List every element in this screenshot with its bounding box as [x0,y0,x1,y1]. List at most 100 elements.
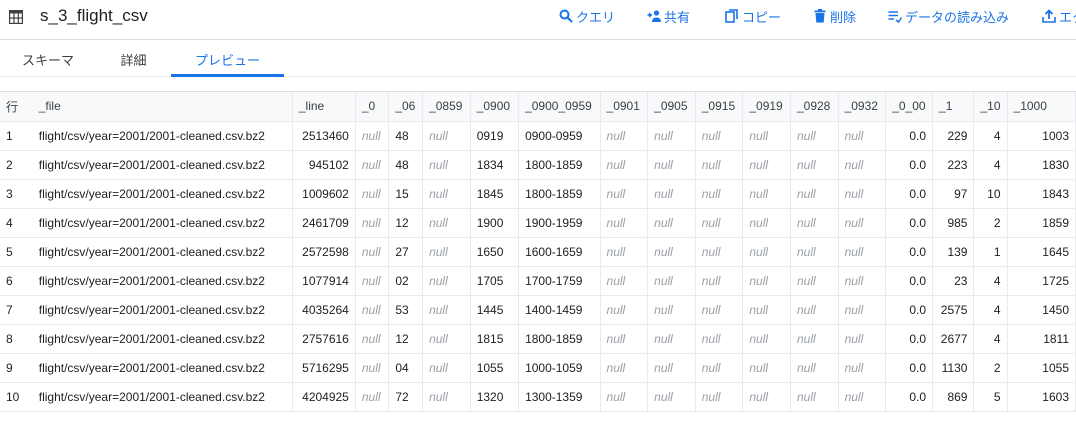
table-row[interactable]: 5 flight/csv/year=2001/2001-cleaned.csv.b… [0,237,1076,267]
import-data-button[interactable]: データの読み込み [888,7,1009,25]
column-header[interactable]: _0900_0959 [518,92,601,122]
table-row[interactable]: 7 flight/csv/year=2001/2001-cleaned.csv.b… [0,295,1076,325]
table-row[interactable]: 3 flight/csv/year=2001/2001-cleaned.csv.b… [0,179,1076,209]
table-cell: null [838,208,887,238]
table-cell: null [742,324,791,354]
table-row[interactable]: 2 flight/csv/year=2001/2001-cleaned.csv.b… [0,150,1076,180]
row-number-cell: 8 [0,324,33,354]
tab-preview[interactable]: プレビュー [171,41,284,77]
column-header[interactable]: _0859 [422,92,471,122]
column-header[interactable]: _0932 [838,92,887,122]
table-cell: 0900-0959 [518,121,601,151]
table-cell: null [422,121,471,151]
table-cell: 12 [388,208,424,238]
table-cell: 4 [973,150,1008,180]
row-number-cell: 4 [0,208,33,238]
table-row[interactable]: 10 flight/csv/year=2001/2001-cleaned.csv.… [0,382,1076,412]
column-header[interactable]: _0901 [600,92,649,122]
table-cell: 869 [932,382,975,412]
copy-button[interactable]: コピー [725,7,781,25]
table-cell: 1830 [1007,150,1076,180]
table-cell: null [355,382,390,412]
table-icon [9,10,23,24]
share-button-label: 共有 [664,9,691,25]
table-cell: null [647,324,696,354]
table-cell: null [790,295,839,325]
table-cell: null [838,266,887,296]
column-header[interactable]: _0905 [647,92,696,122]
table-cell: 12 [388,324,424,354]
table-cell: null [695,324,744,354]
table-cell: 4 [973,295,1008,325]
table-cell: 139 [932,237,975,267]
export-button[interactable]: エク [1042,7,1076,25]
import-data-button-label: データの読み込み [905,9,1010,25]
table-cell: null [695,295,744,325]
preview-table-container[interactable]: 行 _file _line _0 _06 _0859 _0900 _0900_0959 _090… [0,91,1076,422]
table-row[interactable]: 8 flight/csv/year=2001/2001-cleaned.csv.b… [0,324,1076,354]
table-cell: 2513460 [292,121,356,151]
query-button-label: クエリ [576,9,616,25]
table-row[interactable]: 9 flight/csv/year=2001/2001-cleaned.csv.b… [0,353,1076,383]
table-cell: null [695,208,744,238]
table-cell: 0.0 [885,295,934,325]
query-button[interactable]: クエリ [559,7,615,25]
table-cell: flight/csv/year=2001/2001-cleaned.csv.bz… [32,353,293,383]
table-cell: flight/csv/year=2001/2001-cleaned.csv.bz… [32,324,293,354]
tab-schema[interactable]: スキーマ [0,41,96,77]
table-cell: 2 [973,353,1008,383]
table-cell: 72 [388,382,424,412]
row-number-cell: 1 [0,121,33,151]
table-cell: null [600,179,649,209]
table-cell: null [742,353,791,383]
active-tab-indicator [171,74,284,77]
copy-button-label: コピー [742,9,782,25]
table-cell: 229 [932,121,975,151]
delete-button[interactable]: 削除 [813,7,856,25]
row-number-cell: 10 [0,382,33,412]
table-cell: 0.0 [885,121,934,151]
column-header[interactable]: _06 [388,92,424,122]
table-header-row: 行 _file _line _0 _06 _0859 _0900 _0900_0959 _090… [0,92,1076,122]
column-header[interactable]: _0915 [695,92,744,122]
table-cell: null [647,266,696,296]
table-cell: 5 [973,382,1008,412]
table-cell: null [647,353,696,383]
table-cell: null [600,208,649,238]
table-cell: 4 [973,324,1008,354]
column-header[interactable]: _0919 [742,92,791,122]
table-cell: 1055 [1007,353,1076,383]
table-cell: null [600,295,649,325]
table-cell: 1445 [470,295,520,325]
column-header[interactable]: _1 [932,92,975,122]
table-cell: 1811 [1007,324,1076,354]
share-button[interactable]: 共有 [647,7,690,25]
column-header[interactable]: _file [32,92,293,122]
column-header[interactable]: _1000 [1007,92,1076,122]
column-header[interactable]: _0 [355,92,390,122]
row-number-cell: 7 [0,295,33,325]
table-cell: null [647,295,696,325]
table-cell: 0.0 [885,208,934,238]
table-row[interactable]: 4 flight/csv/year=2001/2001-cleaned.csv.b… [0,208,1076,238]
table-cell: null [742,237,791,267]
table-cell: 985 [932,208,975,238]
table-row[interactable]: 1 flight/csv/year=2001/2001-cleaned.csv.b… [0,121,1076,151]
table-cell: null [647,121,696,151]
table-cell: null [647,150,696,180]
column-header[interactable]: _10 [973,92,1008,122]
column-header[interactable]: _0_00 [885,92,934,122]
tab-details[interactable]: 詳細 [96,41,171,77]
table-row[interactable]: 6 flight/csv/year=2001/2001-cleaned.csv.b… [0,266,1076,296]
table-cell: 2575 [932,295,975,325]
column-header[interactable]: 行 [0,92,33,122]
table-cell: null [695,266,744,296]
column-header[interactable]: _0900 [470,92,520,122]
table-cell: flight/csv/year=2001/2001-cleaned.csv.bz… [32,208,293,238]
table-cell: flight/csv/year=2001/2001-cleaned.csv.bz… [32,266,293,296]
table-cell: null [695,237,744,267]
column-header[interactable]: _0928 [790,92,839,122]
table-cell: 1725 [1007,266,1076,296]
table-cell: null [647,208,696,238]
column-header[interactable]: _line [292,92,356,122]
